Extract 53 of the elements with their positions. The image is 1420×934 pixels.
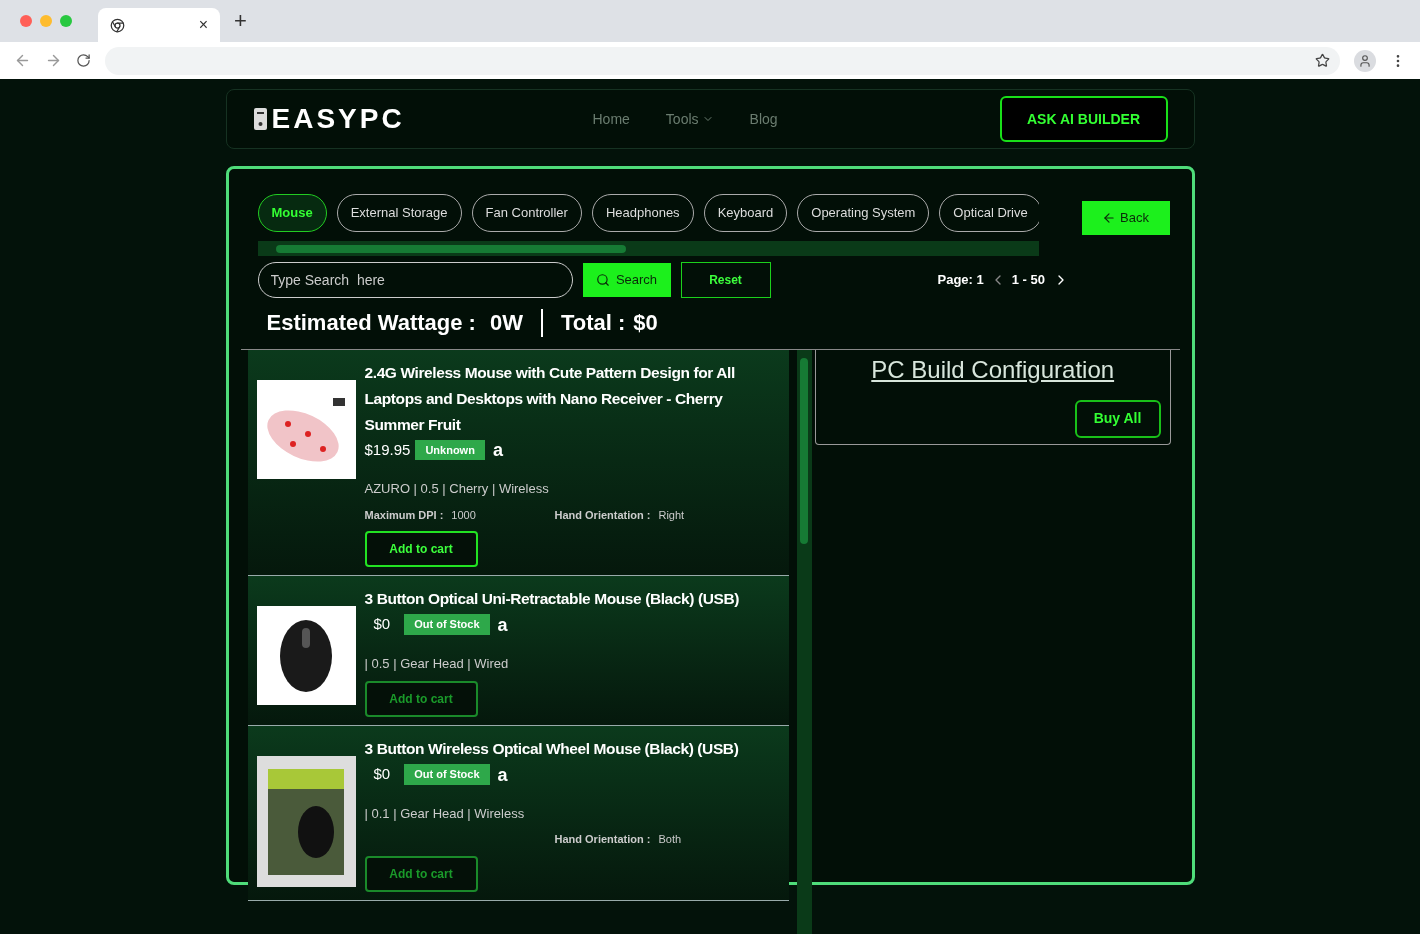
nav-link[interactable]: Blog	[749, 108, 778, 130]
product-price: $0	[372, 614, 392, 635]
attribute-value: Right	[658, 508, 685, 521]
pc-tower-icon	[252, 107, 268, 131]
product-title: 3 Button Wireless Optical Wheel Mouse (Black) (USB)	[364, 739, 740, 760]
wattage-label: Estimated Wattage :	[266, 309, 476, 337]
browser-logo-icon	[110, 17, 125, 33]
product-specs: | 0.5 | Gear Head | Wired	[364, 654, 510, 673]
nav-link[interactable]: Tools	[665, 108, 714, 130]
back-button[interactable]: Back	[1081, 201, 1170, 235]
bookmark-star-icon[interactable]	[1315, 53, 1330, 68]
arrow-left-icon	[1102, 211, 1117, 225]
attribute-value: Both	[658, 833, 682, 846]
search-button[interactable]: Search	[582, 263, 671, 297]
product-price: $19.95	[364, 439, 411, 460]
category-tab[interactable]: Mouse	[257, 194, 327, 232]
horizontal-scrollbar[interactable]	[257, 241, 1039, 256]
product-title: 3 Button Optical Uni-Retractable Mouse (Black) (USB)	[364, 589, 740, 610]
tab-close-button[interactable]: ×	[198, 13, 208, 37]
total-label: Total :	[560, 309, 626, 337]
build-title[interactable]: PC Build Configuration	[871, 351, 1115, 388]
reset-button[interactable]: Reset	[680, 262, 771, 298]
product-specs: | 0.1 | Gear Head | Wireless	[364, 804, 526, 823]
attribute-label: Hand Orientation :	[554, 833, 651, 846]
total-value: $0	[633, 309, 658, 337]
new-tab-button[interactable]: +	[234, 10, 247, 32]
forward-icon[interactable]	[45, 52, 62, 69]
search-field[interactable]: Type Search here	[257, 262, 573, 298]
attribute-label: Maximum DPI :	[364, 508, 444, 521]
nav-link[interactable]: Home	[592, 108, 630, 130]
page-range: 1 - 50	[1011, 271, 1045, 290]
ask-ai-builder-button[interactable]: ASK AI BUILDER	[999, 96, 1168, 142]
stock-badge: Out of Stock	[404, 614, 490, 635]
attribute-value: 1000	[451, 508, 476, 521]
close-window-icon[interactable]	[20, 15, 32, 27]
logo-text[interactable]: EASYPC	[271, 98, 405, 140]
product-title: 2.4G Wireless Mouse with Cute Pattern Design for All Laptops and Desktops with Nano Receiver - Cherry Summer Fruit	[364, 362, 736, 435]
amazon-icon[interactable]: a	[489, 441, 506, 460]
attribute-label: Hand Orientation :	[554, 508, 651, 521]
profile-icon[interactable]	[1354, 49, 1376, 72]
stock-badge: Unknown	[415, 439, 485, 461]
buy-all-button[interactable]: Buy All	[1074, 399, 1161, 438]
stock-badge: Out of Stock	[404, 764, 490, 785]
vertical-scrollbar[interactable]	[796, 349, 812, 934]
back-icon[interactable]	[14, 52, 31, 69]
wattage-value: 0W	[489, 309, 523, 337]
browser-tab[interactable]: ×	[98, 8, 220, 42]
search-icon	[595, 273, 610, 287]
product-specs: AZURO | 0.5 | Cherry | Wireless	[364, 480, 550, 499]
add-to-cart-button[interactable]: Add to cart	[364, 531, 478, 568]
reload-icon[interactable]	[76, 53, 91, 68]
product-price: $0	[372, 764, 392, 785]
page-number: Page: 1	[937, 271, 984, 290]
